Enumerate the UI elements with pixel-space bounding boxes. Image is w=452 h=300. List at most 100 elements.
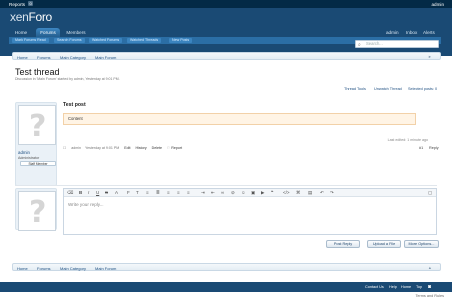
size-icon[interactable]: T (136, 189, 139, 197)
message-user-info: ? admin Administrator Staff Member (15, 102, 57, 186)
reply-placeholder: Write your reply... (68, 202, 104, 207)
reply-link[interactable]: Reply (429, 146, 439, 150)
footer-home[interactable]: Home (401, 285, 411, 289)
reply-editor[interactable]: ⌫ B I U S A F T ≡ ≣ ≡ ≡ ≡ ⇥ ⇤ ∞ ⊘ ☺ ▣ ▶ … (63, 188, 437, 235)
delete-link[interactable]: Delete (152, 146, 162, 150)
select-checkbox[interactable]: ☐ (63, 146, 66, 150)
subnav-watched-threads[interactable]: Watched Threads (127, 38, 162, 43)
save-draft-icon[interactable]: ▤ (308, 189, 312, 197)
username[interactable]: admin (18, 150, 30, 155)
main-nav: Home Forums Members (0, 28, 452, 37)
upload-file-button[interactable]: Upload a File (367, 240, 401, 248)
post-reply-button[interactable]: Post Reply (326, 240, 360, 248)
text-color-icon[interactable]: A (115, 189, 118, 197)
breadcrumb-forums[interactable]: Forums (37, 266, 55, 271)
underline-icon[interactable]: U (96, 189, 99, 197)
align-left-icon[interactable]: ≡ (167, 189, 170, 197)
subnav-mark-read[interactable]: Mark Forums Read (12, 38, 49, 43)
subnav-search-forums[interactable]: Search Forums (54, 38, 85, 43)
last-edited: Last edited: 1 minute ago (387, 138, 428, 142)
more-options-button[interactable]: More Options... (404, 240, 439, 248)
redo-icon[interactable]: ↷ (330, 189, 334, 197)
nav-account[interactable]: admin (386, 28, 399, 37)
tab-forums[interactable]: Forums (36, 28, 60, 37)
post-meta: ☐ admin Yesterday at 9:01 PM Edit History… (63, 146, 182, 150)
rss-icon[interactable]: ◙ (428, 284, 431, 290)
history-link[interactable]: History (135, 146, 146, 150)
tab-home[interactable]: Home (11, 28, 31, 37)
outdent-icon[interactable]: ⇤ (211, 189, 215, 197)
tab-members[interactable]: Members (63, 28, 89, 37)
thread-description: Discussion in 'Main Forum' started by ad… (15, 77, 120, 81)
remove-format-icon[interactable]: ⌫ (67, 189, 73, 197)
align-right-icon[interactable]: ≡ (187, 189, 190, 197)
search-icon: ⌕ (358, 41, 361, 48)
smilie-icon[interactable]: ☺ (241, 189, 246, 197)
breadcrumb-home[interactable]: Home (17, 55, 32, 60)
jump-arrow-icon[interactable]: ▴ (429, 265, 435, 271)
logo[interactable]: xenForo (10, 10, 52, 24)
reports-link[interactable]: Reports (9, 2, 25, 7)
breadcrumb-home[interactable]: Home (17, 266, 32, 271)
unwatch-thread-link[interactable]: Unwatch Thread (374, 87, 402, 91)
avatar: ? (18, 191, 56, 231)
post-number[interactable]: #1 (419, 146, 423, 150)
breadcrumb-forum[interactable]: Main Forum (95, 266, 120, 271)
code-icon[interactable]: </> (283, 189, 290, 197)
default-avatar-icon: ? (29, 109, 47, 144)
editor-toolbar: ⌫ B I U S A F T ≡ ≣ ≡ ≡ ≡ ⇥ ⇤ ∞ ⊘ ☺ ▣ ▶ … (64, 189, 436, 197)
html-icon[interactable]: ⌘ (296, 189, 301, 197)
subnav-watched-forums[interactable]: Watched Forums (89, 38, 123, 43)
nav-inbox[interactable]: Inbox (406, 28, 417, 37)
breadcrumb-forum[interactable]: Main Forum (95, 55, 120, 60)
jump-arrow-icon[interactable]: ▸ (429, 54, 435, 60)
quote-icon[interactable]: ❝ (271, 189, 273, 197)
top-bar: Reports 0 admin (0, 0, 452, 8)
divider (15, 185, 437, 186)
breadcrumb-category[interactable]: Main Category (60, 266, 90, 271)
footer-top[interactable]: Top (416, 285, 422, 289)
image-icon[interactable]: ▣ (251, 189, 255, 197)
post-date[interactable]: Yesterday at 9:01 PM (85, 146, 119, 150)
post-content: Content (63, 113, 416, 125)
indent-icon[interactable]: ⇥ (201, 189, 205, 197)
edit-link[interactable]: Edit (124, 146, 130, 150)
footer-help[interactable]: Help (389, 285, 397, 289)
subnav-new-posts[interactable]: New Posts (169, 38, 193, 43)
undo-icon[interactable]: ↶ (320, 189, 324, 197)
selected-posts[interactable]: Selected posts: 0 (408, 87, 437, 91)
post-title: Test post (63, 102, 86, 108)
staff-badge: Staff Member (20, 161, 56, 166)
breadcrumb-bottom: Home Forums Main Category Main Forum ▴ (12, 263, 441, 271)
breadcrumb-forums[interactable]: Forums (37, 55, 55, 60)
unlink-icon[interactable]: ⊘ (231, 189, 235, 197)
numbered-list-icon[interactable]: ≣ (156, 189, 160, 197)
link-icon[interactable]: ∞ (221, 189, 224, 197)
visitor-menu[interactable]: admin (431, 2, 444, 7)
font-icon[interactable]: F (127, 189, 130, 197)
bulleted-list-icon[interactable]: ≡ (146, 189, 149, 197)
report-icon: ⚐ (167, 146, 171, 150)
thread-tools-menu[interactable]: Thread Tools (344, 87, 366, 91)
page-title: Test thread (15, 67, 60, 77)
post-author[interactable]: admin (71, 146, 81, 150)
search-input[interactable]: ⌕ Search... (355, 40, 439, 48)
report-link[interactable]: Report (171, 146, 182, 150)
user-title: Administrator (18, 156, 40, 160)
breadcrumb: Home Forums Main Category Main Forum ▸ (12, 52, 441, 60)
nav-alerts[interactable]: Alerts (423, 28, 435, 37)
terms-link[interactable]: Terms and Rules (416, 294, 445, 298)
reports-count-badge: 0 (28, 1, 34, 6)
media-icon[interactable]: ▶ (261, 189, 264, 197)
footer: Contact Us Help Home Top ◙ (0, 282, 452, 292)
bold-icon[interactable]: B (79, 189, 82, 197)
italic-icon[interactable]: I (88, 189, 89, 197)
breadcrumb-category[interactable]: Main Category (60, 55, 90, 60)
strike-icon[interactable]: S (105, 189, 108, 197)
default-avatar-icon: ? (29, 195, 47, 230)
footer-legal: Terms and Rules (0, 292, 452, 300)
align-center-icon[interactable]: ≡ (177, 189, 180, 197)
footer-contact[interactable]: Contact Us (365, 285, 384, 289)
avatar[interactable]: ? (18, 105, 56, 145)
toggle-bbcode-icon[interactable]: ▢ (428, 189, 432, 197)
